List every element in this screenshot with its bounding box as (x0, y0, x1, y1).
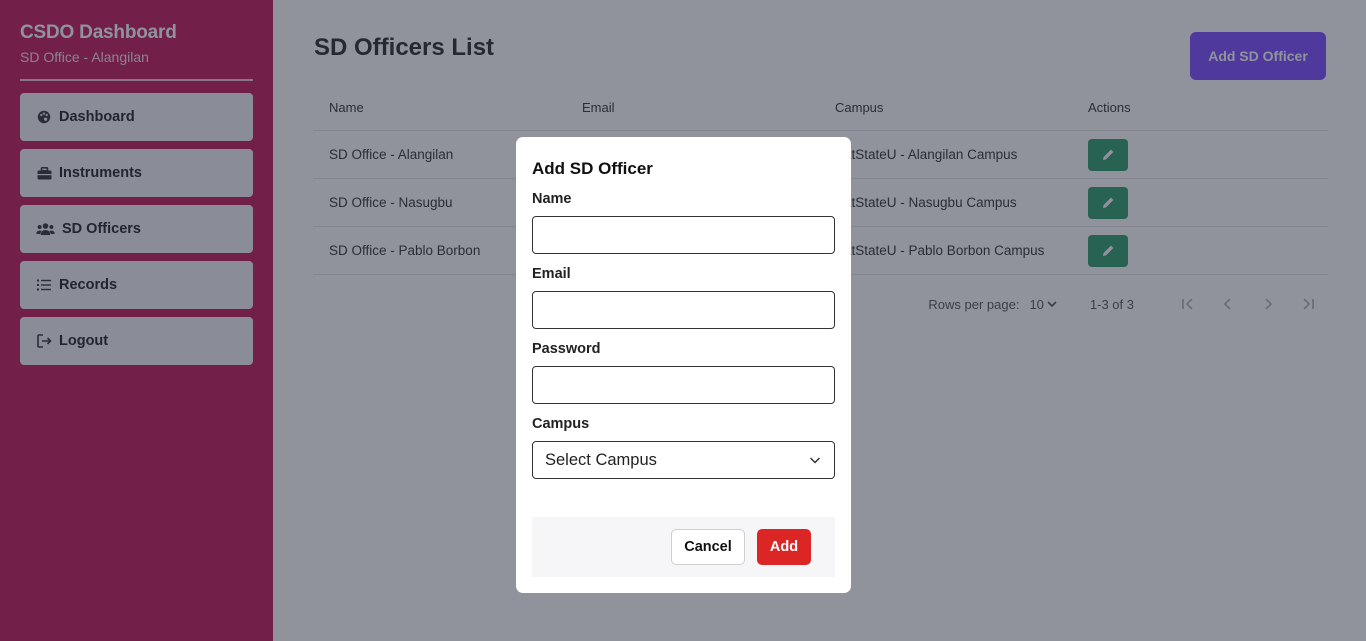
dialog-title: Add SD Officer (532, 159, 653, 178)
password-label: Password (532, 341, 601, 357)
dialog-footer: Cancel Add (532, 517, 835, 577)
name-input[interactable] (532, 216, 835, 254)
add-button[interactable]: Add (757, 529, 811, 565)
chevron-down-icon (809, 457, 821, 464)
email-input[interactable] (532, 291, 835, 329)
password-input[interactable] (532, 366, 835, 404)
campus-label: Campus (532, 416, 590, 432)
campus-select[interactable]: Select Campus (532, 441, 835, 479)
name-label: Name (532, 191, 572, 207)
campus-select-value: Select Campus (545, 450, 657, 469)
cancel-button[interactable]: Cancel (671, 529, 745, 565)
add-sd-officer-dialog: Add SD Officer Name Email Password Campu… (516, 137, 851, 593)
email-label: Email (532, 266, 571, 282)
